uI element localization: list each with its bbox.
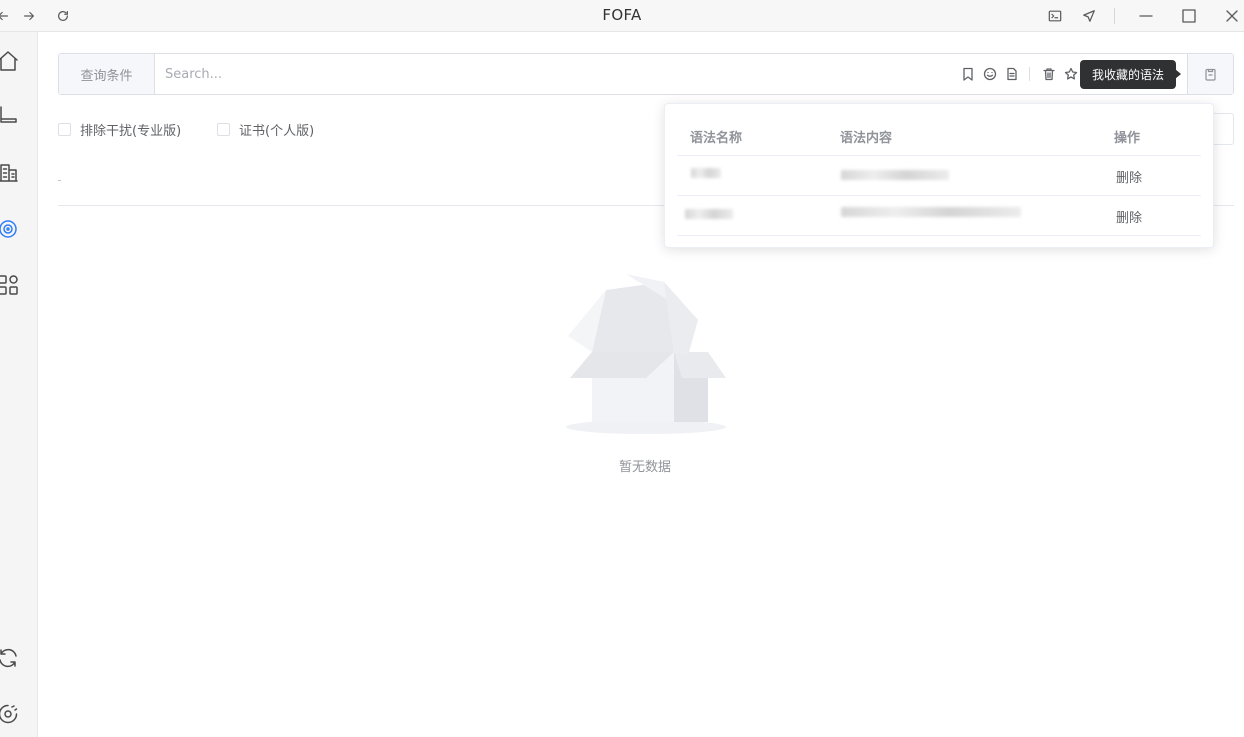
sidebar	[0, 32, 38, 737]
empty-state-text: 暂无数据	[618, 460, 671, 475]
search-toolbar-separator	[1029, 67, 1030, 81]
empty-box-illustration	[566, 274, 726, 434]
query-condition-label[interactable]: 查询条件	[59, 54, 155, 94]
saved-syntax-tooltip: 我收藏的语法	[1080, 60, 1182, 89]
redacted-content	[841, 170, 949, 180]
apps-icon[interactable]	[0, 274, 19, 296]
clipboard-icon	[1205, 68, 1216, 81]
building-icon[interactable]	[0, 161, 19, 183]
maximize-icon[interactable]	[1178, 5, 1200, 27]
saved-syntax-popover: 语法名称 语法内容 操作 删除 删除	[664, 103, 1214, 248]
search-bar: 查询条件	[58, 53, 1234, 95]
table-header-row: 语法名称 语法内容 操作	[677, 116, 1201, 156]
column-header-name: 语法名称	[690, 130, 743, 146]
table-row: 删除	[677, 156, 1201, 196]
title-bar: FOFA	[0, 0, 1244, 32]
delete-button[interactable]: 删除	[1116, 156, 1142, 196]
certificate-checkbox[interactable]	[217, 123, 230, 136]
column-header-action: 操作	[1114, 130, 1141, 146]
column-header-content: 语法内容	[840, 130, 893, 146]
settings-icon[interactable]	[0, 703, 19, 725]
bookmark-icon[interactable]	[961, 67, 975, 81]
result-summary-placeholder	[58, 180, 61, 181]
redacted-name	[691, 168, 721, 178]
redacted-name	[685, 209, 733, 219]
saved-syntax-table: 语法名称 语法内容 操作 删除 删除	[677, 116, 1201, 236]
delete-button[interactable]: 删除	[1116, 196, 1142, 236]
redacted-content	[841, 207, 1021, 217]
exclude-noise-checkbox[interactable]	[58, 123, 71, 136]
document-icon[interactable]	[1005, 67, 1019, 81]
send-icon[interactable]	[1078, 5, 1100, 27]
target-icon[interactable]	[0, 218, 19, 240]
certificate-label: 证书(个人版)	[239, 124, 315, 139]
home-icon[interactable]	[0, 50, 19, 72]
refresh-icon[interactable]	[0, 647, 19, 669]
titlebar-separator	[1114, 8, 1115, 24]
filter-certificate[interactable]: 证书(个人版)	[217, 120, 314, 139]
filter-exclude-noise[interactable]: 排除干扰(专业版)	[58, 120, 181, 139]
exclude-noise-label: 排除干扰(专业版)	[80, 124, 182, 139]
device-icon[interactable]	[0, 104, 19, 126]
search-input[interactable]	[165, 64, 945, 84]
star-icon[interactable]	[1064, 67, 1078, 81]
close-icon[interactable]	[1221, 5, 1243, 27]
minimize-icon[interactable]	[1135, 5, 1157, 27]
terminal-icon[interactable]	[1044, 5, 1066, 27]
table-row: 删除	[677, 196, 1201, 236]
saved-syntax-button[interactable]	[1187, 54, 1233, 94]
smile-icon[interactable]	[983, 67, 997, 81]
trash-icon[interactable]	[1042, 67, 1056, 81]
